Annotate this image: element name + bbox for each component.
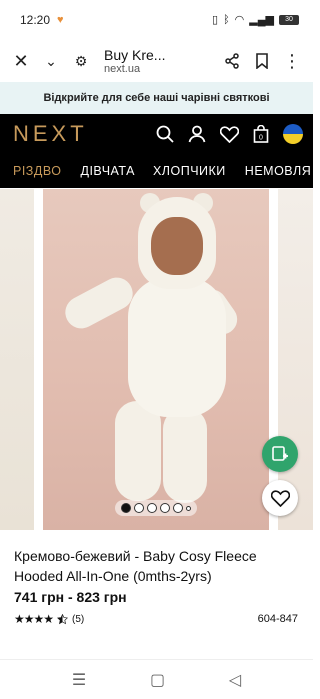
promo-banner[interactable]: Відкрийте для себе наші чарівні святкові xyxy=(0,82,313,114)
bookmark-icon[interactable] xyxy=(247,46,277,76)
heart-icon xyxy=(270,489,290,507)
signal-icon: ▂▄▆ xyxy=(249,13,274,26)
product-title: Кремово-бежевий - Baby Cosy Fleece Hoode… xyxy=(14,548,257,584)
gallery-dot[interactable] xyxy=(160,503,170,513)
vibrate-icon: ▯ xyxy=(212,13,219,26)
back-icon[interactable]: ◁ xyxy=(229,670,241,690)
browser-toolbar: ✕ ⌄ ⚙ Buy Kre... next.ua ⋮ xyxy=(0,40,313,82)
next-slide-image[interactable] xyxy=(278,189,313,530)
star-rating-icon: ★★★★ xyxy=(14,612,54,626)
heart-notification-icon: ♥ xyxy=(57,13,64,26)
country-flag-icon[interactable] xyxy=(283,124,303,144)
chevron-down-icon[interactable]: ⌄ xyxy=(36,46,66,76)
status-bar: 12:20 ♥ ▯ ᛒ ◠ ▂▄▆ 30 xyxy=(0,0,313,40)
svg-text:0: 0 xyxy=(259,135,263,142)
product-gallery[interactable] xyxy=(0,189,313,532)
product-info: Кремово-бежевий - Baby Cosy Fleece Hoode… xyxy=(0,532,313,626)
page-domain: next.ua xyxy=(104,62,141,75)
more-menu-icon[interactable]: ⋮ xyxy=(277,46,307,76)
close-icon[interactable]: ✕ xyxy=(6,46,36,76)
search-icon[interactable] xyxy=(156,125,174,143)
site-settings-icon[interactable]: ⚙ xyxy=(66,46,96,76)
store-header: NEXT 0 xyxy=(0,114,313,154)
category-christmas[interactable]: РІЗДВО xyxy=(0,164,71,178)
product-image[interactable] xyxy=(43,189,269,530)
favourites-icon[interactable] xyxy=(220,125,239,143)
status-time: 12:20 xyxy=(20,13,51,27)
product-price: 741 грн - 823 грн xyxy=(14,589,127,605)
review-count[interactable]: (5) xyxy=(72,614,84,625)
bluetooth-icon: ᛒ xyxy=(223,13,230,26)
half-star-icon xyxy=(57,613,69,624)
gallery-dot[interactable] xyxy=(121,503,131,513)
product-code: 604-847 xyxy=(257,613,298,625)
add-to-favourites-button[interactable] xyxy=(262,480,298,516)
page-title: Buy Kre... xyxy=(104,46,166,63)
page-title-area[interactable]: Buy Kre... next.ua xyxy=(96,47,217,76)
gallery-dot[interactable] xyxy=(173,503,183,513)
share-icon[interactable] xyxy=(217,46,247,76)
next-logo[interactable]: NEXT xyxy=(13,121,156,147)
home-icon[interactable]: ▢ xyxy=(150,670,165,690)
save-to-list-button[interactable] xyxy=(262,436,298,472)
android-nav-bar: ☰ ▢ ◁ xyxy=(0,659,313,699)
product-rating[interactable]: ★★★★ (5) xyxy=(14,612,84,626)
battery-icon: 30 xyxy=(279,15,299,25)
recent-apps-icon[interactable]: ☰ xyxy=(72,670,86,690)
gallery-dot[interactable] xyxy=(134,503,144,513)
category-boys[interactable]: ХЛОПЧИКИ xyxy=(144,164,235,178)
category-girls[interactable]: ДІВЧАТА xyxy=(71,164,143,178)
previous-slide-image[interactable] xyxy=(0,189,34,530)
category-nav: РІЗДВО ДІВЧАТА ХЛОПЧИКИ НЕМОВЛЯ xyxy=(0,154,313,188)
add-to-list-icon xyxy=(272,446,288,461)
gallery-dot[interactable] xyxy=(186,505,191,511)
wifi-icon: ◠ xyxy=(234,13,245,26)
account-icon[interactable] xyxy=(188,125,206,143)
bag-icon[interactable]: 0 xyxy=(253,125,269,143)
category-baby[interactable]: НЕМОВЛЯ xyxy=(235,164,313,178)
gallery-dot[interactable] xyxy=(147,503,157,513)
gallery-pagination[interactable] xyxy=(115,500,197,516)
